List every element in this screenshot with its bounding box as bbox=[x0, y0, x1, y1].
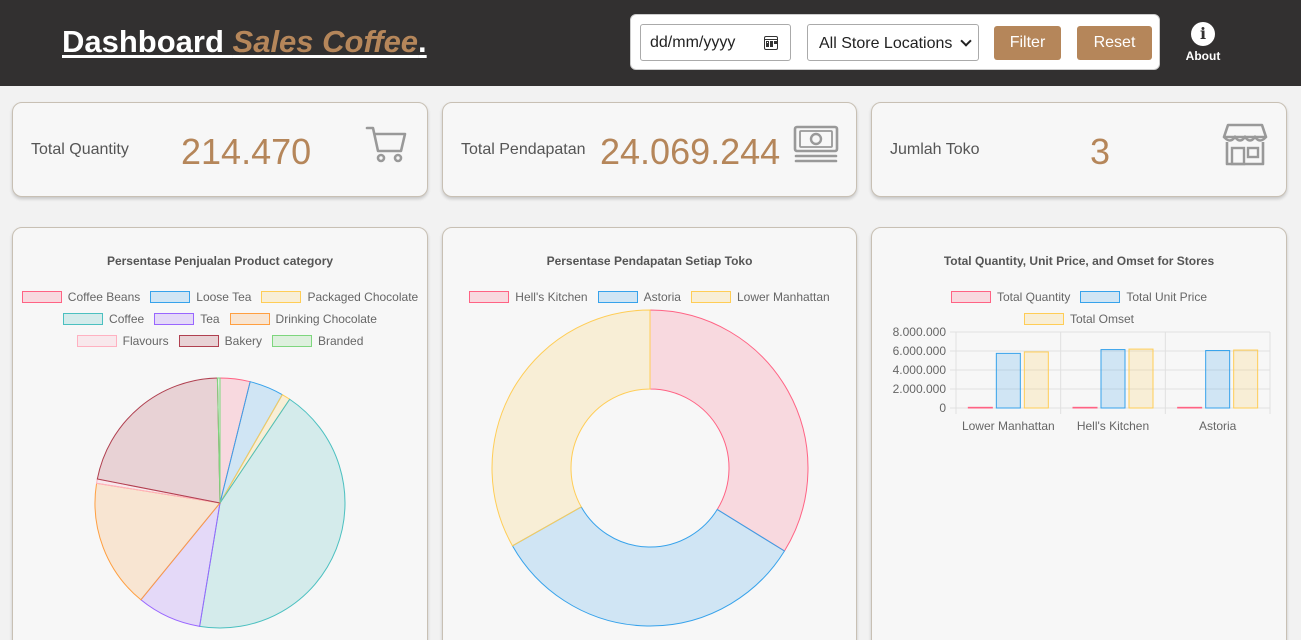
chart-card-store-totals: Total Quantity, Unit Price, and Omset fo… bbox=[871, 227, 1287, 640]
bar-total-omset-hell-s-kitchen[interactable] bbox=[1128, 348, 1154, 409]
stat-label: Total Quantity bbox=[31, 141, 129, 158]
stat-card-jumlah-toko: Jumlah Toko 3 bbox=[871, 102, 1287, 197]
chart-card-product-category: Persentase Penjualan Product category Co… bbox=[12, 227, 428, 640]
x-tick-label: Hell's Kitchen bbox=[1077, 419, 1149, 433]
about-link[interactable]: i About bbox=[1181, 22, 1225, 66]
store-icon bbox=[1222, 123, 1268, 166]
slice-hell-s-kitchen[interactable] bbox=[649, 309, 809, 552]
filter-panel: dd/mm/yyyy All Store Locations Filter Re… bbox=[630, 14, 1160, 70]
stat-card-total-pendapatan: Total Pendapatan 24.069.244 bbox=[442, 102, 857, 197]
reset-button[interactable]: Reset bbox=[1077, 26, 1152, 60]
x-tick-label: Lower Manhattan bbox=[962, 419, 1055, 433]
calendar-icon[interactable] bbox=[764, 36, 778, 50]
info-icon: i bbox=[1191, 22, 1215, 46]
stat-value: 3 bbox=[1090, 131, 1111, 172]
store-location-value: All Store Locations bbox=[819, 35, 953, 52]
slice-lower-manhattan[interactable] bbox=[491, 309, 651, 547]
date-input-placeholder: dd/mm/yyyy bbox=[650, 34, 736, 51]
pie-chart bbox=[94, 377, 346, 629]
y-tick-label: 6.000.000 bbox=[893, 344, 947, 358]
bar-total-quantity-lower-manhattan[interactable] bbox=[967, 406, 993, 409]
brand-title-dot: . bbox=[418, 24, 427, 59]
bar-chart: 8.000.000 6.000.000 4.000.000 2.000.000 0 Low… bbox=[893, 325, 1271, 433]
money-icon bbox=[793, 125, 839, 163]
y-tick-label: 8.000.000 bbox=[893, 325, 947, 339]
y-tick-label: 2.000.000 bbox=[893, 382, 947, 396]
bar-total-unit-price-astoria[interactable] bbox=[1205, 350, 1231, 409]
x-tick-label: Astoria bbox=[1199, 419, 1237, 433]
brand-title-main: Dashboard bbox=[62, 24, 233, 59]
bar-total-unit-price-lower-manhattan[interactable] bbox=[995, 352, 1021, 409]
y-tick-label: 4.000.000 bbox=[893, 363, 947, 377]
top-header: Dashboard Sales Coffee. dd/mm/yyyy All S… bbox=[0, 0, 1301, 86]
doughnut-chart bbox=[491, 309, 809, 627]
bar-total-quantity-astoria[interactable] bbox=[1177, 406, 1203, 409]
chart-card-store-revenue: Persentase Pendapatan Setiap Toko Hell's… bbox=[442, 227, 857, 640]
cart-icon bbox=[365, 126, 407, 163]
stat-label: Jumlah Toko bbox=[890, 141, 980, 158]
filter-button[interactable]: Filter bbox=[994, 26, 1061, 60]
stat-card-total-quantity: Total Quantity 214.470 bbox=[12, 102, 428, 197]
brand-title-accent: Sales Coffee bbox=[232, 24, 419, 59]
date-input[interactable]: dd/mm/yyyy bbox=[640, 24, 791, 61]
store-location-select[interactable]: All Store Locations bbox=[807, 24, 979, 61]
about-label: About bbox=[1185, 49, 1221, 63]
chevron-down-icon bbox=[960, 35, 972, 47]
brand-title: Dashboard Sales Coffee. bbox=[62, 24, 427, 60]
bar-total-quantity-hell-s-kitchen[interactable] bbox=[1072, 406, 1098, 409]
bar-total-omset-astoria[interactable] bbox=[1233, 349, 1259, 409]
y-tick-label: 0 bbox=[939, 401, 946, 415]
stat-label: Total Pendapatan bbox=[461, 141, 586, 158]
bar-total-unit-price-hell-s-kitchen[interactable] bbox=[1100, 349, 1126, 409]
bar-total-omset-lower-manhattan[interactable] bbox=[1023, 351, 1049, 409]
stat-value: 214.470 bbox=[181, 131, 312, 172]
stat-value: 24.069.244 bbox=[600, 131, 781, 172]
